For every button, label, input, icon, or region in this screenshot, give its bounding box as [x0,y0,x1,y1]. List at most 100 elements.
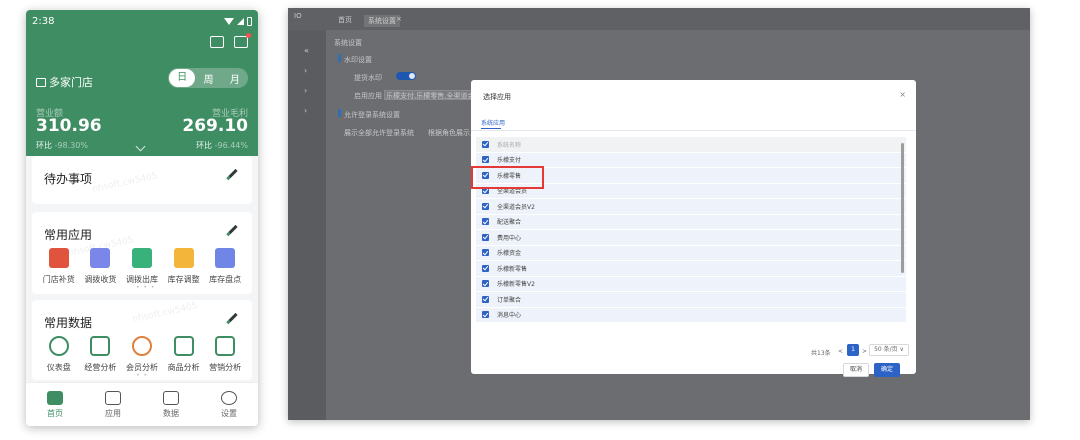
apps-title: 常用应用 [44,228,93,242]
tab-apps[interactable]: 应用 [93,390,133,419]
period-switch[interactable]: 日 周 月 [168,68,248,88]
data-pager-dots: • • [136,372,148,379]
status-bar: 2:38 [32,14,252,28]
nav-arrow-icon[interactable]: › [304,66,307,75]
data-dashboard[interactable]: 仪表盘 [38,336,80,373]
toggle-label: 提货水印 [354,74,382,82]
gross-profit-compare: 环比 -96.44% [196,141,248,150]
tab-settings[interactable]: 设置 [209,390,249,419]
tab-close-icon[interactable]: × [396,15,402,23]
tab-data[interactable]: 数据 [151,390,191,419]
tab-system-apps[interactable]: 系统应用 [481,118,505,127]
common-data-card: 常用数据 nhsoft.cw5405 仪表盘 经营分析 会员分析 商品分析 营销… [32,300,252,380]
list-item[interactable]: 乐檬新零售V2 [476,276,906,292]
scan-icon[interactable] [210,36,224,48]
nav-arrow-icon[interactable]: › [304,106,307,115]
home-icon [47,390,63,405]
prev-page-icon[interactable]: < [838,348,843,355]
list-item[interactable]: 订单聚合 [476,292,906,308]
highlight-box [471,166,544,189]
grid-icon [105,390,121,405]
watermark-settings-heading: 水印设置 [344,56,372,64]
data-business-analysis[interactable]: 经营分析 [80,336,122,373]
list-item[interactable]: 乐檬新零售 [476,261,906,277]
apps-pager-dots: • • • [136,284,156,291]
top-tabbar: IO 首页 系统设置 × [288,8,1030,30]
nav-collapse-icon[interactable]: « [304,46,309,55]
screenshot-root: 2:38 多家门店 日 周 月 营业额 310.96 环比 -98.30% 营业… [0,0,1080,440]
todo-card[interactable]: 待办事项 nhsoft.cw5405 [32,156,252,204]
checkbox[interactable] [482,218,489,226]
close-icon[interactable]: × [899,90,906,99]
gear-icon [221,390,237,405]
period-month[interactable]: 月 [222,71,248,86]
select-all-checkbox[interactable] [482,140,489,148]
checkbox[interactable] [482,249,489,257]
transfer-receive-icon [90,248,111,268]
app-replenish[interactable]: 门店补货 [38,248,80,285]
checkbox[interactable] [482,311,489,319]
edit-icon[interactable] [228,312,238,323]
edit-icon[interactable] [228,224,238,235]
data-title: 常用数据 [44,316,93,330]
expand-chevron-icon[interactable] [135,141,146,152]
tab-system-settings[interactable]: 系统设置 [364,15,400,27]
app-stock-adjust[interactable]: 库存调整 [163,248,205,285]
dialog-title: 选择应用 [483,93,511,101]
list-item[interactable]: 费用中心 [476,230,906,246]
app-stock-count[interactable]: 库存盘点 [204,248,246,285]
battery-icon [247,16,252,26]
data-member-analysis[interactable]: 会员分析 [121,336,163,373]
list-scrollbar[interactable] [901,143,904,273]
revenue-compare: 环比 -98.30% [36,141,88,150]
bottom-tabbar: 首页 应用 数据 设置 [26,382,258,426]
marketing-icon [215,336,236,356]
tab-home[interactable]: 首页 [35,390,75,419]
cancel-button[interactable]: 取消 [843,363,869,377]
pagination-total: 共13条 [811,350,831,357]
period-week[interactable]: 周 [195,71,221,86]
confirm-button[interactable]: 确定 [874,363,900,377]
checkbox[interactable] [482,233,489,241]
member-icon [131,336,152,356]
watermark-text: nhsoft.cw5405 [91,171,159,195]
period-day[interactable]: 日 [169,69,196,87]
data-product-analysis[interactable]: 商品分析 [163,336,205,373]
checkbox[interactable] [482,156,489,164]
trend-chart-icon [90,336,111,356]
stock-count-icon [215,248,236,268]
section-title: 系统设置 [334,39,362,47]
radio-show-all[interactable]: 展示全部允许登录系统 [344,128,414,138]
app-checkbox-list: 系统名称 乐檬支付 乐檬零售 全渠道会员 全渠道会员V2 配送聚合 费用中心 乐… [476,137,906,323]
checkbox[interactable] [482,264,489,272]
edit-icon[interactable] [228,168,238,179]
app-transfer-out[interactable]: 调拨出库 [121,248,163,285]
apply-label: 启用应用 [354,92,382,100]
signal-icon [237,17,244,25]
page-size-select[interactable]: 50 条/页 ∨ [869,344,909,356]
nav-arrow-icon[interactable]: › [304,86,307,95]
message-icon[interactable] [234,33,251,48]
data-marketing-analysis[interactable]: 营销分析 [204,336,246,373]
checkbox[interactable] [482,295,489,303]
checkbox[interactable] [482,202,489,210]
stock-adjust-icon [173,248,194,268]
gross-profit-value: 269.10 [182,116,248,136]
pie-chart-icon [48,336,69,356]
list-item[interactable]: 消息中心 [476,307,906,323]
checkbox[interactable] [482,280,489,288]
apply-value: 乐檬支付,乐檬零售,全渠道会员 [386,92,482,100]
next-page-icon[interactable]: > [862,348,867,355]
watermark-toggle[interactable] [396,72,416,80]
tab-home[interactable]: 首页 [338,15,352,25]
page-1-button[interactable]: 1 [847,344,859,356]
app-transfer-receive[interactable]: 调拨收货 [80,248,122,285]
watermark-text: nhsoft.cw5405 [131,301,199,325]
wifi-icon [224,17,234,25]
store-label: 多家门店 [49,76,93,89]
list-header[interactable]: 系统名称 [476,137,906,153]
list-item[interactable]: 全渠道会员V2 [476,199,906,215]
store-selector[interactable]: 多家门店 [36,74,93,90]
list-item[interactable]: 乐檬资金 [476,245,906,261]
list-item[interactable]: 配送聚合 [476,214,906,230]
